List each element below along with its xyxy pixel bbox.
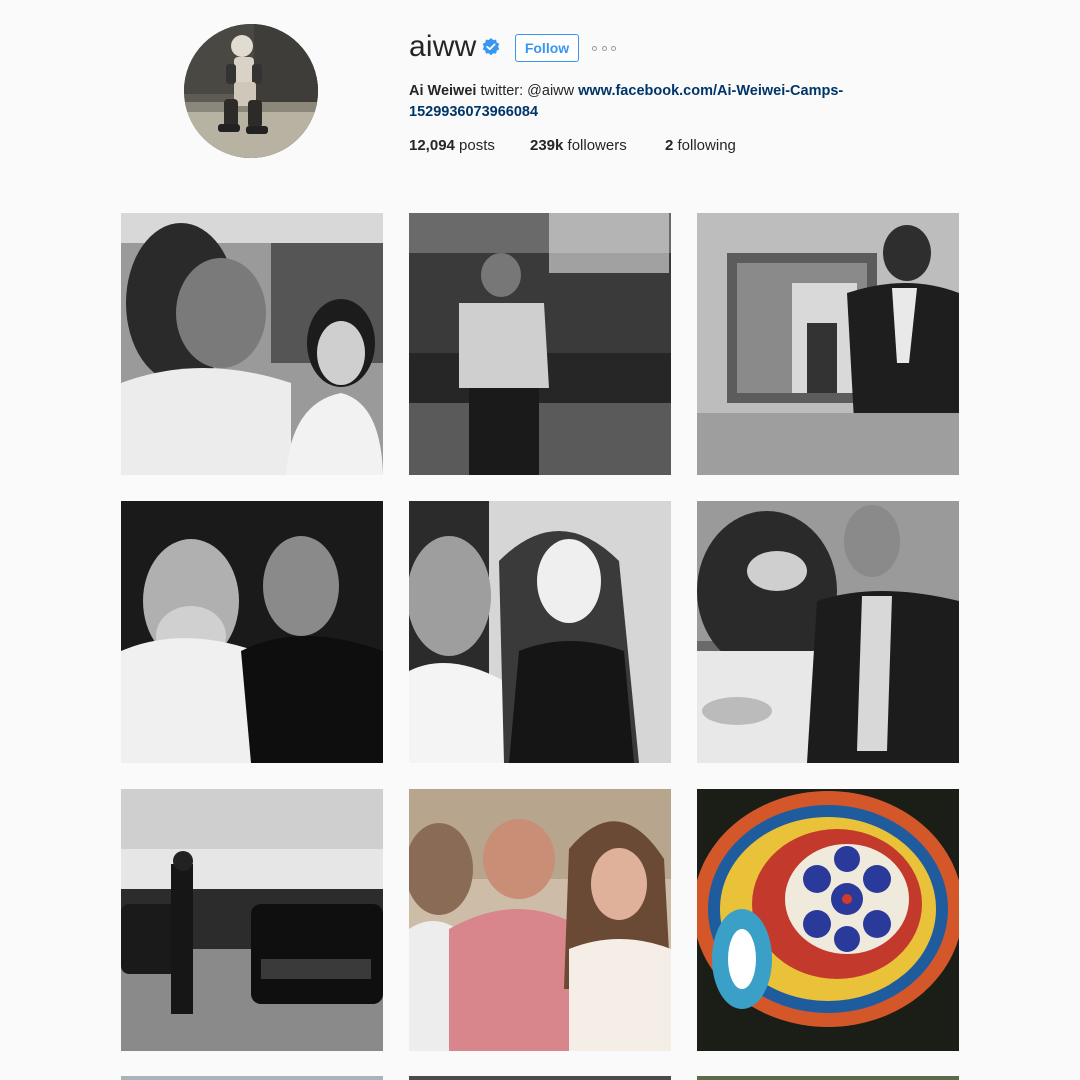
post-thumbnail[interactable]	[409, 789, 671, 1051]
followers-stat[interactable]: 239k followers	[530, 137, 627, 154]
post-thumbnail[interactable]	[697, 1076, 959, 1080]
post-thumbnail[interactable]	[121, 501, 383, 763]
post-thumbnail[interactable]	[121, 1076, 383, 1080]
posts-stat: 12,094 posts	[409, 137, 495, 154]
post-thumbnail[interactable]	[697, 213, 959, 475]
followers-label: followers	[563, 137, 627, 154]
post-thumbnail[interactable]	[121, 789, 383, 1051]
post-thumbnail[interactable]	[697, 789, 959, 1051]
posts-label: posts	[454, 137, 495, 154]
profile-avatar[interactable]	[184, 24, 318, 158]
post-thumbnail[interactable]	[409, 501, 671, 763]
followers-count: 239k	[530, 137, 564, 154]
follow-button[interactable]: Follow	[515, 34, 579, 62]
post-thumbnail[interactable]	[409, 213, 671, 475]
following-label: following	[673, 137, 736, 154]
post-thumbnail[interactable]	[697, 501, 959, 763]
posts-count: 12,094	[409, 137, 455, 154]
verified-badge-icon	[482, 38, 500, 56]
bio-text: twitter: @aiww	[476, 83, 579, 99]
profile-username: aiww	[409, 30, 477, 63]
post-thumbnail[interactable]	[121, 213, 383, 475]
following-stat[interactable]: 2 following	[665, 137, 736, 154]
post-thumbnail[interactable]	[409, 1076, 671, 1080]
more-options-icon[interactable]	[592, 40, 616, 56]
profile-bio: Ai Weiwei twitter: @aiww www.facebook.co…	[409, 81, 879, 123]
bio-name: Ai Weiwei	[409, 83, 477, 99]
